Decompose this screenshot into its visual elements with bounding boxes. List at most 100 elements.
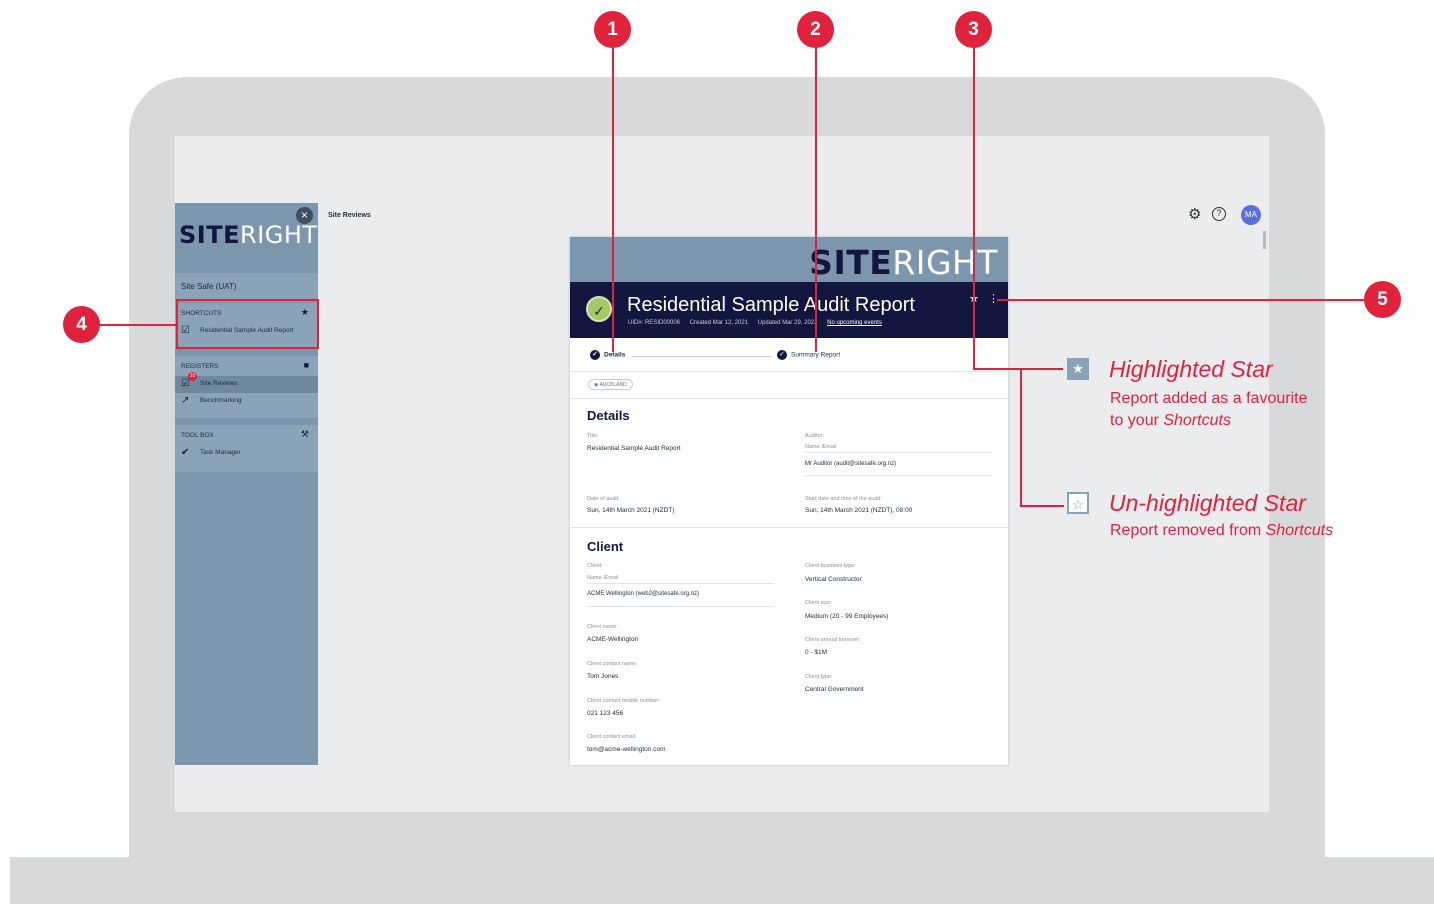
- email-label: Client contact email:: [587, 734, 637, 740]
- report-logo: SITERIGHT: [570, 237, 1008, 282]
- callout-line-3-horizontal: [973, 368, 1063, 370]
- callout-line-3: [973, 47, 975, 369]
- business-type-label: Client business type:: [805, 563, 856, 569]
- highlighted-star-title: Highlighted Star: [1109, 356, 1273, 382]
- contact-name-value: Tom Jones: [587, 673, 619, 680]
- details-heading: Details: [587, 408, 630, 423]
- callout-4: 4: [63, 306, 100, 343]
- sidebar-item-task-manager[interactable]: ✔ Task Manager: [175, 445, 318, 462]
- client-name-label: Client name:: [587, 624, 618, 630]
- step-label: Summary Report: [791, 351, 841, 359]
- registers-title: REGISTERS: [181, 363, 219, 370]
- toolbox-title: TOOL BOX: [181, 432, 214, 439]
- business-type-value: Vertical Constructor: [805, 576, 862, 583]
- report-meta: UID#: RESID00006 Created Mar 12, 2021 Up…: [628, 320, 890, 326]
- highlighted-line-2-prefix: to your: [1110, 412, 1164, 429]
- tutorial-stage: SITERIGHT × Site Safe (UAT) SHORTCUTS ★ ☑…: [0, 0, 1434, 904]
- step-label: Details: [604, 351, 626, 359]
- field-underline: [805, 452, 992, 453]
- avatar[interactable]: MA: [1241, 205, 1261, 225]
- callout-line-4: [100, 324, 177, 326]
- callout-3: 3: [955, 11, 992, 48]
- date-label: Date of audit:: [587, 496, 620, 502]
- status-check-icon: ✓: [586, 296, 612, 322]
- check-icon: ✓: [777, 350, 787, 360]
- registers-section: REGISTERS ■ ☑ 10 Site Reviews ↗ Benchmarking: [175, 356, 318, 418]
- briefcase-icon: ■: [303, 360, 309, 370]
- sidebar-item-site-reviews[interactable]: ☑ 10 Site Reviews: [175, 372, 318, 393]
- unhighlighted-star-title: Un-highlighted Star: [1109, 490, 1306, 516]
- laptop-base: [10, 857, 1434, 904]
- field-underline: [587, 583, 774, 584]
- divider: [570, 527, 1008, 528]
- callout-line-legend-horizontal: [1020, 505, 1064, 507]
- report-title: Residential Sample Audit Report: [627, 294, 915, 316]
- unhighlighted-em: Shortcuts: [1265, 522, 1334, 539]
- title-label: Title:: [587, 433, 599, 439]
- logo-bold: SITE: [179, 221, 240, 249]
- turnover-value: 0 - $1M: [805, 649, 828, 656]
- logo-light: RIGHT: [239, 221, 318, 249]
- mobile-value: 021 123 456: [587, 710, 624, 717]
- stepper-line: [632, 356, 772, 357]
- highlighted-star-description: Report added as a favourite to your Shor…: [1110, 388, 1307, 432]
- title-value: Residential Sample Audit Report: [587, 445, 681, 452]
- auditor-sub-label: Name /Email: [805, 444, 837, 450]
- client-label: Client:: [587, 563, 603, 569]
- sidebar-item-benchmarking[interactable]: ↗ Benchmarking: [175, 393, 318, 410]
- gear-icon[interactable]: ⚙: [1188, 205, 1201, 223]
- sidebar-item-label: Task Manager: [200, 449, 241, 456]
- client-size-label: Client size:: [805, 600, 832, 606]
- client-value: ACME Wellington (web2@sitesafe.org.nz): [587, 591, 700, 597]
- callout-1: 1: [594, 11, 631, 48]
- client-sub-label: Name /Email: [587, 575, 619, 581]
- turnover-label: Client annual turnover:: [805, 637, 861, 643]
- step-details[interactable]: ✓ Details: [590, 350, 625, 360]
- step-summary-report[interactable]: ✓ Summary Report: [777, 350, 840, 360]
- sidebar-item-label: Site Reviews: [200, 380, 238, 387]
- logo-bold: SITE: [809, 243, 893, 282]
- sidebar-logo: SITERIGHT ×: [175, 203, 318, 271]
- callout-5: 5: [1364, 281, 1401, 318]
- contact-name-label: Client contact name:: [587, 661, 638, 667]
- client-name-value: ACME-Wellington: [587, 636, 639, 643]
- highlighted-star-icon: ★: [1067, 358, 1089, 380]
- callout-2: 2: [797, 11, 834, 48]
- check-icon: ✓: [590, 350, 600, 360]
- top-icons: ⚙ ? MA: [1188, 205, 1264, 225]
- sidebar: SITERIGHT × Site Safe (UAT) SHORTCUTS ★ ☑…: [175, 203, 318, 765]
- location-tag: ◉ AUCKLAND: [588, 379, 633, 390]
- breadcrumb[interactable]: Site Reviews: [328, 212, 371, 219]
- mobile-label: Client contact mobile number:: [587, 698, 660, 704]
- help-icon[interactable]: ?: [1212, 207, 1226, 221]
- logo-light: RIGHT: [892, 243, 998, 282]
- notification-badge: 10: [188, 372, 197, 381]
- uid: UID#: RESID00006: [628, 320, 681, 326]
- scrollbar[interactable]: [1263, 231, 1266, 249]
- close-icon[interactable]: ×: [296, 207, 313, 224]
- highlighted-line-2-em: Shortcuts: [1163, 412, 1231, 429]
- unhighlighted-star-icon: ☆: [1067, 492, 1089, 514]
- divider: [570, 398, 1008, 399]
- auditor-value: Mr Auditor (audit@sitesafe.org.nz): [805, 461, 897, 467]
- client-heading: Client: [587, 539, 624, 554]
- unhighlighted-prefix: Report removed from: [1110, 522, 1266, 539]
- callout-line-1: [612, 47, 614, 352]
- email-value: tom@acme-wellington.com: [587, 746, 666, 753]
- start-value: Sun, 14th March 2021 (NZDT), 08:00: [805, 507, 913, 514]
- upcoming-events-link[interactable]: No upcoming events: [827, 320, 882, 326]
- tools-icon: ⚒: [300, 429, 309, 439]
- field-underline: [587, 606, 774, 607]
- updated-date: Updated Mar 29, 2021: [757, 320, 818, 326]
- unhighlighted-star-description: Report removed from Shortcuts: [1110, 520, 1333, 542]
- report-stepper: ✓ Details ✓ Summary Report: [570, 338, 1008, 372]
- client-size-value: Medium (20 - 99 Employees): [805, 613, 889, 620]
- callout-line-legend: [1020, 368, 1022, 506]
- auditor-label: Auditor:: [805, 433, 824, 439]
- org-name[interactable]: Site Safe (UAT): [175, 273, 318, 301]
- created-date: Created Mar 12, 2021: [689, 320, 749, 326]
- field-underline: [805, 475, 992, 476]
- client-type-value: Central Government: [805, 686, 864, 693]
- highlighted-line-1: Report added as a favourite: [1110, 390, 1308, 407]
- trend-icon: ↗: [181, 395, 190, 406]
